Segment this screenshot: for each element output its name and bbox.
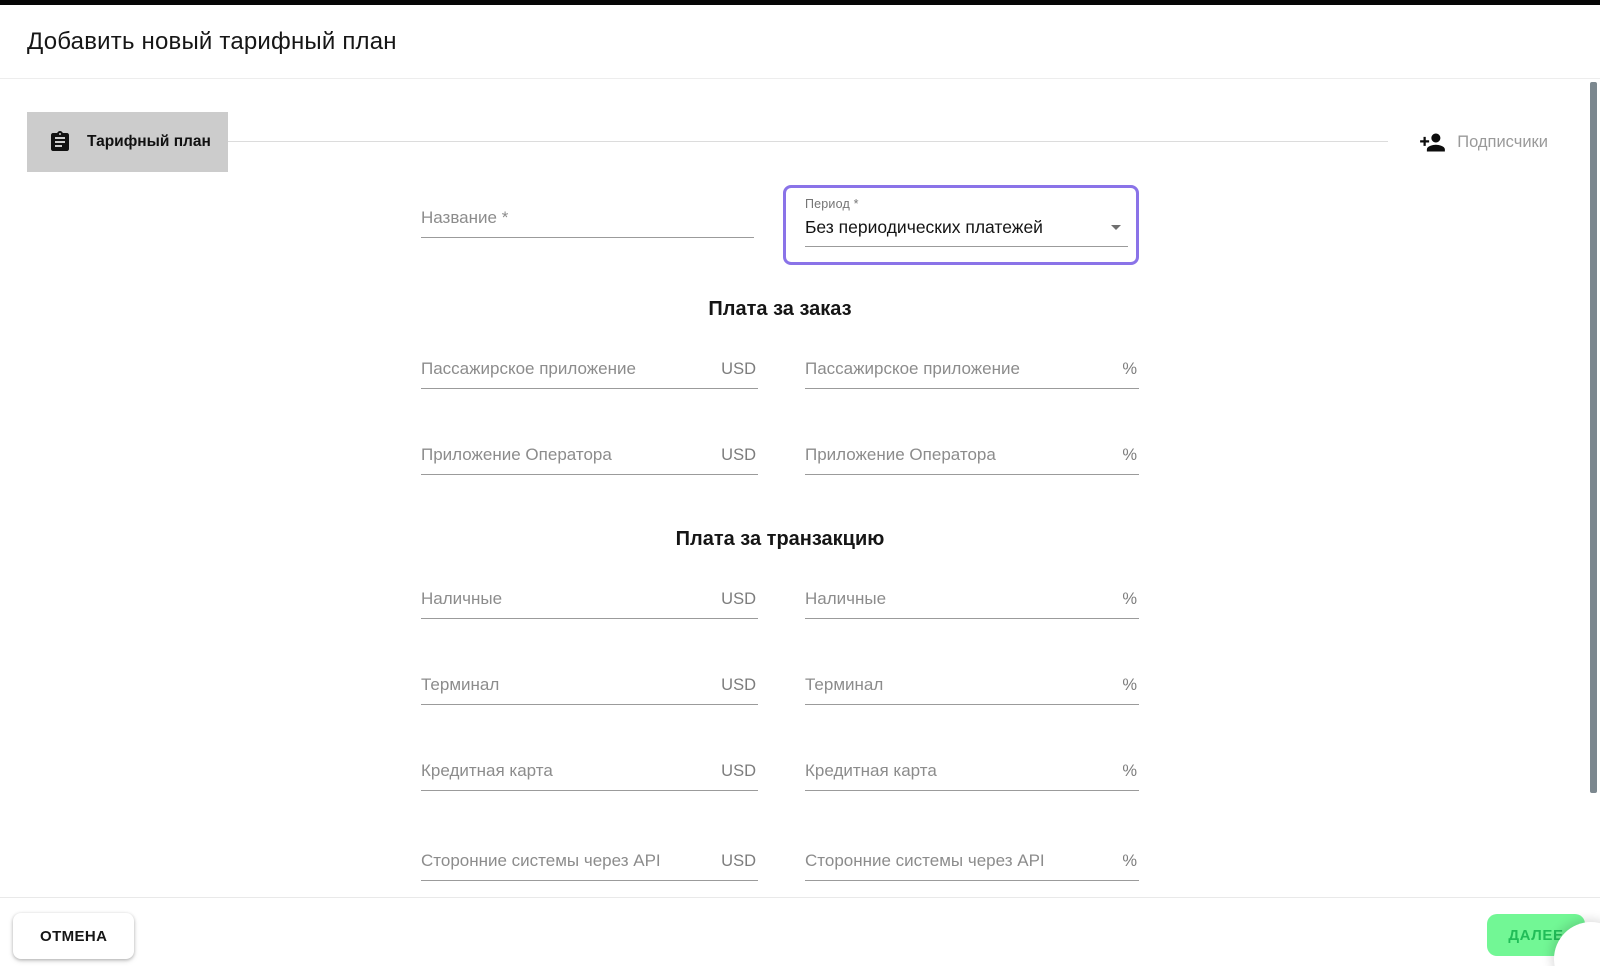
fee-percent-input[interactable] <box>805 851 1115 880</box>
fee-usd-field[interactable]: USD <box>421 343 758 389</box>
fee-usd-input[interactable] <box>421 851 714 880</box>
percent-suffix: % <box>1122 676 1137 694</box>
fee-usd-input[interactable] <box>421 675 714 704</box>
dialog-content: Период * Без периодических платежей Плат… <box>0 174 1560 897</box>
fee-row-operator-app: USD % <box>421 429 1139 475</box>
person-add-icon <box>1419 129 1446 156</box>
fee-percent-field[interactable]: % <box>805 659 1139 705</box>
stepper: Тарифный план Подписчики <box>0 112 1600 172</box>
currency-suffix: USD <box>721 360 756 378</box>
dialog-header: Добавить новый тарифный план <box>0 5 1600 79</box>
name-period-row: Период * Без периодических платежей <box>421 174 1139 265</box>
fee-usd-field[interactable]: USD <box>421 835 758 881</box>
fee-percent-field[interactable]: % <box>805 573 1139 619</box>
percent-suffix: % <box>1122 852 1137 870</box>
fee-row-cash: USD % <box>421 573 1139 619</box>
fee-percent-field[interactable]: % <box>805 745 1139 791</box>
fee-row-terminal: USD % <box>421 659 1139 705</box>
currency-suffix: USD <box>721 446 756 464</box>
currency-suffix: USD <box>721 852 756 870</box>
clipboard-icon <box>48 130 72 154</box>
step-label-subscribers: Подписчики <box>1457 132 1548 151</box>
chevron-down-icon <box>1104 215 1128 239</box>
stepper-connector-line <box>228 141 1388 142</box>
scrollbar-thumb[interactable] <box>1590 82 1597 793</box>
add-tariff-plan-dialog: Добавить новый тарифный план Тарифный пл… <box>0 0 1600 966</box>
fee-usd-field[interactable]: USD <box>421 573 758 619</box>
fee-percent-field[interactable]: % <box>805 835 1139 881</box>
dialog-footer: ОТМЕНА ДАЛЕЕ <box>0 897 1600 966</box>
currency-suffix: USD <box>721 590 756 608</box>
fee-usd-input[interactable] <box>421 761 714 790</box>
period-select[interactable]: Период * Без периодических платежей <box>782 185 1139 265</box>
period-value-row: Без периодических платежей <box>804 211 1128 247</box>
fee-percent-field[interactable]: % <box>805 343 1139 389</box>
section-title-order-fee: Плата за заказ <box>708 298 852 320</box>
step-label-tariff-plan: Тарифный план <box>87 133 211 150</box>
period-value: Без периодических платежей <box>804 216 1043 237</box>
percent-suffix: % <box>1122 762 1137 780</box>
fee-row-credit-card: USD % <box>421 745 1139 791</box>
stepper-step-subscribers[interactable]: Подписчики <box>1419 112 1548 172</box>
percent-suffix: % <box>1122 446 1137 464</box>
currency-suffix: USD <box>721 762 756 780</box>
fee-usd-field[interactable]: USD <box>421 429 758 475</box>
fee-percent-field[interactable]: % <box>805 429 1139 475</box>
name-field[interactable] <box>421 192 754 238</box>
fee-percent-input[interactable] <box>805 675 1115 704</box>
fee-percent-input[interactable] <box>805 761 1115 790</box>
currency-suffix: USD <box>721 676 756 694</box>
fee-row-third-party-api: USD % <box>421 835 1139 881</box>
fee-usd-field[interactable]: USD <box>421 659 758 705</box>
cancel-button[interactable]: ОТМЕНА <box>13 913 135 959</box>
fee-row-passenger-app: USD % <box>421 343 1139 389</box>
percent-suffix: % <box>1122 590 1137 608</box>
fee-usd-field[interactable]: USD <box>421 745 758 791</box>
fee-percent-input[interactable] <box>805 445 1115 474</box>
fee-percent-input[interactable] <box>805 589 1115 618</box>
section-title-transaction-fee: Плата за транзакцию <box>675 528 885 550</box>
period-label: Период * <box>804 197 859 211</box>
dialog-title: Добавить новый тарифный план <box>27 27 397 55</box>
fee-usd-input[interactable] <box>421 445 714 474</box>
tariff-plan-form: Период * Без периодических платежей Плат… <box>421 174 1139 881</box>
fee-usd-input[interactable] <box>421 359 714 388</box>
fee-usd-input[interactable] <box>421 589 714 618</box>
name-input[interactable] <box>421 208 754 237</box>
percent-suffix: % <box>1122 360 1137 378</box>
fee-percent-input[interactable] <box>805 359 1115 388</box>
stepper-step-tariff-plan[interactable]: Тарифный план <box>27 112 228 172</box>
